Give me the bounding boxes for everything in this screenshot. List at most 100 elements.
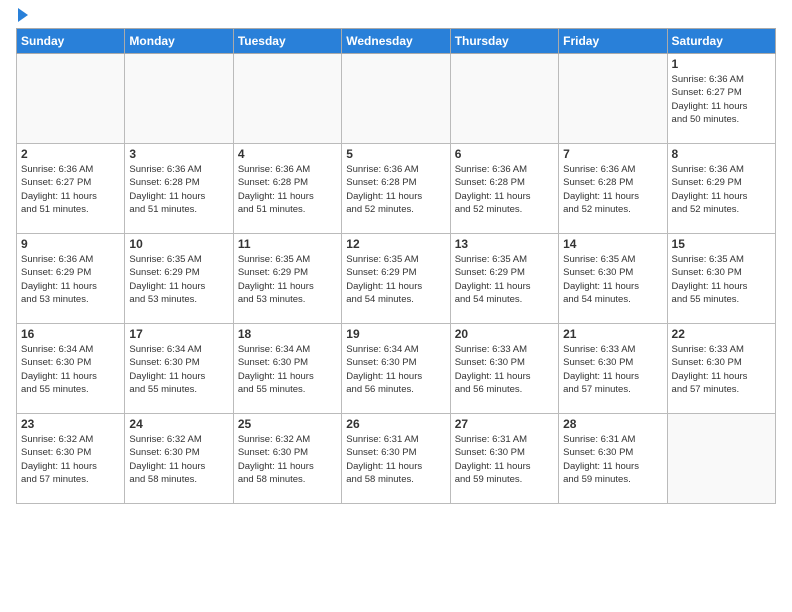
- day-number: 23: [21, 417, 120, 431]
- calendar-cell: [667, 414, 775, 504]
- day-info: Sunrise: 6:36 AM Sunset: 6:28 PM Dayligh…: [563, 163, 662, 216]
- calendar-header-saturday: Saturday: [667, 29, 775, 54]
- day-number: 10: [129, 237, 228, 251]
- day-number: 16: [21, 327, 120, 341]
- calendar-cell: [17, 54, 125, 144]
- day-number: 12: [346, 237, 445, 251]
- calendar-cell: 17 Sunrise: 6:34 AM Sunset: 6:30 PM Dayli…: [125, 324, 233, 414]
- calendar-cell: 19 Sunrise: 6:34 AM Sunset: 6:30 PM Dayli…: [342, 324, 450, 414]
- calendar-cell: 13 Sunrise: 6:35 AM Sunset: 6:29 PM Dayli…: [450, 234, 558, 324]
- calendar: SundayMondayTuesdayWednesdayThursdayFrid…: [16, 28, 776, 504]
- day-info: Sunrise: 6:32 AM Sunset: 6:30 PM Dayligh…: [21, 433, 120, 486]
- calendar-cell: 24Sunrise: 6:32 AM Sunset: 6:30 PM Dayli…: [125, 414, 233, 504]
- day-info: Sunrise: 6:36 AM Sunset: 6:27 PM Dayligh…: [672, 73, 771, 126]
- calendar-cell: 26 Sunrise: 6:31 AM Sunset: 6:30 PM Dayli…: [342, 414, 450, 504]
- calendar-cell: 28 Sunrise: 6:31 AM Sunset: 6:30 PM Dayli…: [559, 414, 667, 504]
- calendar-cell: 2Sunrise: 6:36 AM Sunset: 6:27 PM Daylig…: [17, 144, 125, 234]
- calendar-cell: 16 Sunrise: 6:34 AM Sunset: 6:30 PM Dayli…: [17, 324, 125, 414]
- day-number: 1: [672, 57, 771, 71]
- calendar-cell: 27 Sunrise: 6:31 AM Sunset: 6:30 PM Dayli…: [450, 414, 558, 504]
- day-number: 15: [672, 237, 771, 251]
- day-info: Sunrise: 6:32 AM Sunset: 6:30 PM Dayligh…: [238, 433, 337, 486]
- logo: [16, 10, 28, 22]
- page: SundayMondayTuesdayWednesdayThursdayFrid…: [0, 0, 792, 612]
- calendar-header-monday: Monday: [125, 29, 233, 54]
- day-info: Sunrise: 6:31 AM Sunset: 6:30 PM Dayligh…: [346, 433, 445, 486]
- calendar-cell: [125, 54, 233, 144]
- calendar-week-2: 9 Sunrise: 6:36 AM Sunset: 6:29 PM Daylig…: [17, 234, 776, 324]
- calendar-header-wednesday: Wednesday: [342, 29, 450, 54]
- calendar-cell: 10 Sunrise: 6:35 AM Sunset: 6:29 PM Dayli…: [125, 234, 233, 324]
- calendar-week-4: 23 Sunrise: 6:32 AM Sunset: 6:30 PM Dayli…: [17, 414, 776, 504]
- calendar-cell: 12 Sunrise: 6:35 AM Sunset: 6:29 PM Dayli…: [342, 234, 450, 324]
- calendar-cell: [233, 54, 341, 144]
- day-info: Sunrise: 6:36 AM Sunset: 6:29 PM Dayligh…: [672, 163, 771, 216]
- calendar-cell: 3 Sunrise: 6:36 AM Sunset: 6:28 PM Daylig…: [125, 144, 233, 234]
- day-number: 22: [672, 327, 771, 341]
- calendar-header-row: SundayMondayTuesdayWednesdayThursdayFrid…: [17, 29, 776, 54]
- day-number: 13: [455, 237, 554, 251]
- day-info: Sunrise: 6:32 AM Sunset: 6:30 PM Dayligh…: [129, 433, 228, 486]
- calendar-week-3: 16 Sunrise: 6:34 AM Sunset: 6:30 PM Dayli…: [17, 324, 776, 414]
- calendar-header-sunday: Sunday: [17, 29, 125, 54]
- calendar-cell: 23 Sunrise: 6:32 AM Sunset: 6:30 PM Dayli…: [17, 414, 125, 504]
- calendar-cell: 11Sunrise: 6:35 AM Sunset: 6:29 PM Dayli…: [233, 234, 341, 324]
- calendar-cell: 9 Sunrise: 6:36 AM Sunset: 6:29 PM Daylig…: [17, 234, 125, 324]
- day-number: 2: [21, 147, 120, 161]
- day-info: Sunrise: 6:33 AM Sunset: 6:30 PM Dayligh…: [563, 343, 662, 396]
- calendar-header-thursday: Thursday: [450, 29, 558, 54]
- day-info: Sunrise: 6:33 AM Sunset: 6:30 PM Dayligh…: [455, 343, 554, 396]
- day-number: 8: [672, 147, 771, 161]
- calendar-cell: 25 Sunrise: 6:32 AM Sunset: 6:30 PM Dayli…: [233, 414, 341, 504]
- calendar-week-1: 2Sunrise: 6:36 AM Sunset: 6:27 PM Daylig…: [17, 144, 776, 234]
- day-number: 26: [346, 417, 445, 431]
- calendar-cell: 6 Sunrise: 6:36 AM Sunset: 6:28 PM Daylig…: [450, 144, 558, 234]
- logo-arrow-icon: [18, 8, 28, 22]
- day-number: 4: [238, 147, 337, 161]
- day-info: Sunrise: 6:34 AM Sunset: 6:30 PM Dayligh…: [129, 343, 228, 396]
- calendar-cell: 18Sunrise: 6:34 AM Sunset: 6:30 PM Dayli…: [233, 324, 341, 414]
- day-number: 18: [238, 327, 337, 341]
- day-info: Sunrise: 6:34 AM Sunset: 6:30 PM Dayligh…: [346, 343, 445, 396]
- day-number: 17: [129, 327, 228, 341]
- calendar-cell: 22 Sunrise: 6:33 AM Sunset: 6:30 PM Dayli…: [667, 324, 775, 414]
- day-number: 28: [563, 417, 662, 431]
- calendar-week-0: 1 Sunrise: 6:36 AM Sunset: 6:27 PM Daylig…: [17, 54, 776, 144]
- day-info: Sunrise: 6:36 AM Sunset: 6:28 PM Dayligh…: [346, 163, 445, 216]
- day-info: Sunrise: 6:35 AM Sunset: 6:29 PM Dayligh…: [129, 253, 228, 306]
- day-number: 3: [129, 147, 228, 161]
- calendar-cell: 5 Sunrise: 6:36 AM Sunset: 6:28 PM Daylig…: [342, 144, 450, 234]
- day-info: Sunrise: 6:35 AM Sunset: 6:29 PM Dayligh…: [455, 253, 554, 306]
- calendar-cell: 7 Sunrise: 6:36 AM Sunset: 6:28 PM Daylig…: [559, 144, 667, 234]
- calendar-cell: [450, 54, 558, 144]
- header: [16, 10, 776, 22]
- calendar-cell: 20 Sunrise: 6:33 AM Sunset: 6:30 PM Dayli…: [450, 324, 558, 414]
- day-info: Sunrise: 6:36 AM Sunset: 6:29 PM Dayligh…: [21, 253, 120, 306]
- calendar-cell: 1 Sunrise: 6:36 AM Sunset: 6:27 PM Daylig…: [667, 54, 775, 144]
- calendar-cell: 8 Sunrise: 6:36 AM Sunset: 6:29 PM Daylig…: [667, 144, 775, 234]
- day-number: 19: [346, 327, 445, 341]
- calendar-header-friday: Friday: [559, 29, 667, 54]
- calendar-cell: 15Sunrise: 6:35 AM Sunset: 6:30 PM Dayli…: [667, 234, 775, 324]
- day-number: 25: [238, 417, 337, 431]
- day-info: Sunrise: 6:31 AM Sunset: 6:30 PM Dayligh…: [455, 433, 554, 486]
- day-info: Sunrise: 6:35 AM Sunset: 6:29 PM Dayligh…: [346, 253, 445, 306]
- day-info: Sunrise: 6:31 AM Sunset: 6:30 PM Dayligh…: [563, 433, 662, 486]
- day-number: 27: [455, 417, 554, 431]
- day-number: 7: [563, 147, 662, 161]
- day-number: 9: [21, 237, 120, 251]
- day-info: Sunrise: 6:36 AM Sunset: 6:28 PM Dayligh…: [129, 163, 228, 216]
- calendar-body: 1 Sunrise: 6:36 AM Sunset: 6:27 PM Daylig…: [17, 54, 776, 504]
- day-number: 5: [346, 147, 445, 161]
- calendar-cell: 4Sunrise: 6:36 AM Sunset: 6:28 PM Daylig…: [233, 144, 341, 234]
- day-info: Sunrise: 6:35 AM Sunset: 6:30 PM Dayligh…: [563, 253, 662, 306]
- day-info: Sunrise: 6:36 AM Sunset: 6:28 PM Dayligh…: [455, 163, 554, 216]
- day-info: Sunrise: 6:33 AM Sunset: 6:30 PM Dayligh…: [672, 343, 771, 396]
- day-info: Sunrise: 6:34 AM Sunset: 6:30 PM Dayligh…: [21, 343, 120, 396]
- day-number: 20: [455, 327, 554, 341]
- calendar-header-tuesday: Tuesday: [233, 29, 341, 54]
- calendar-cell: 21Sunrise: 6:33 AM Sunset: 6:30 PM Dayli…: [559, 324, 667, 414]
- day-number: 6: [455, 147, 554, 161]
- calendar-cell: 14Sunrise: 6:35 AM Sunset: 6:30 PM Dayli…: [559, 234, 667, 324]
- day-number: 11: [238, 237, 337, 251]
